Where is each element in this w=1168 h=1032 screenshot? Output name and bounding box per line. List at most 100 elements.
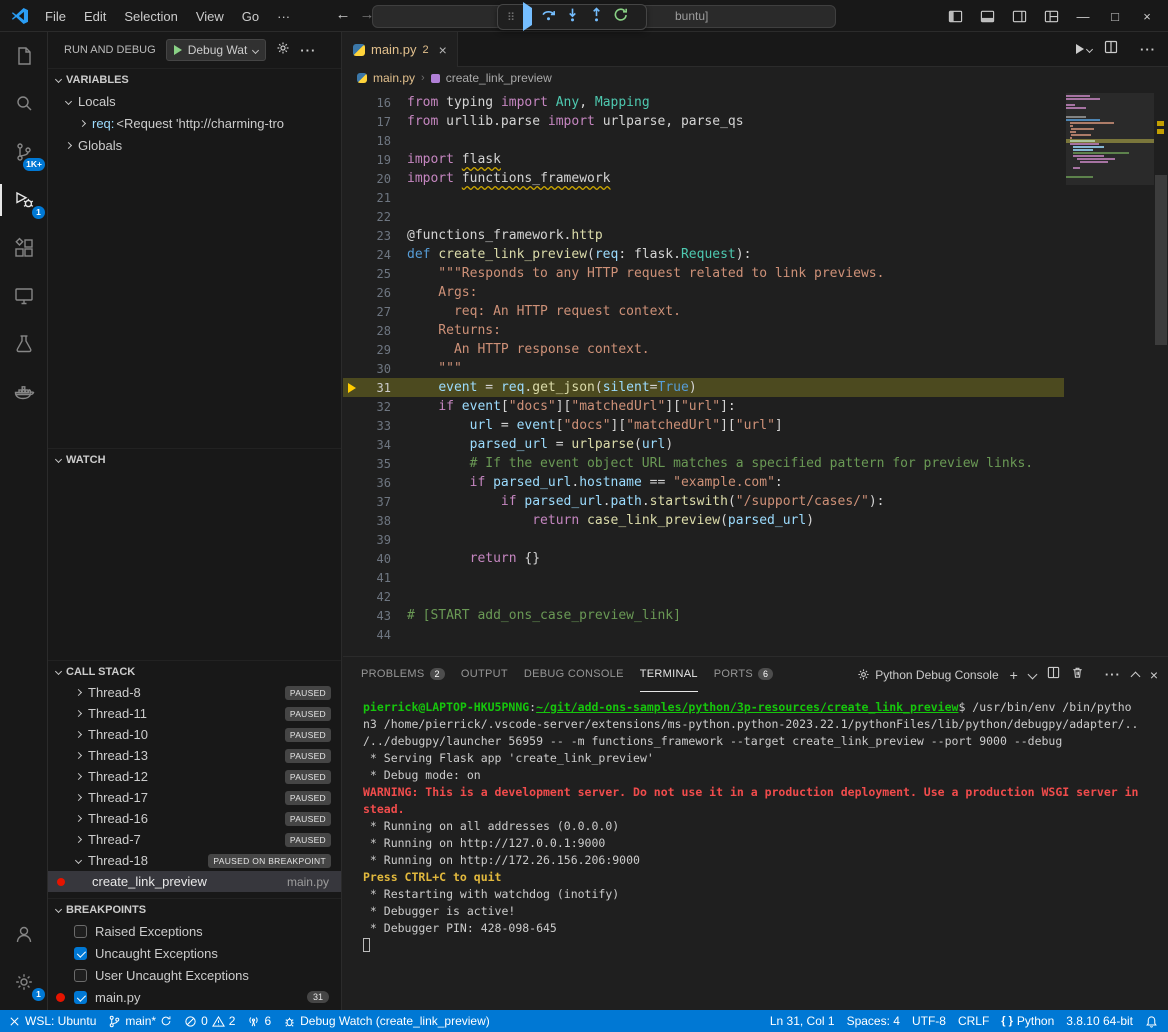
debug-step-out-button[interactable] xyxy=(589,7,604,27)
code-line-36[interactable]: 36 if parsed_url.hostname == "example.co… xyxy=(343,473,1064,492)
split-terminal-icon[interactable] xyxy=(1047,666,1060,684)
code-line-34[interactable]: 34 parsed_url = urlparse(url) xyxy=(343,435,1064,454)
close-tab-icon[interactable]: × xyxy=(439,42,447,58)
minimize-button[interactable]: — xyxy=(1070,4,1096,28)
panel-tab-ports[interactable]: PORTS6 xyxy=(714,658,774,692)
toggle-panel-icon[interactable] xyxy=(974,4,1000,28)
terminal-profile-label[interactable]: Python Debug Console xyxy=(857,668,998,682)
scrollbar-thumb[interactable] xyxy=(1155,175,1167,345)
code-line-33[interactable]: 33 url = event["docs"]["matchedUrl"]["ur… xyxy=(343,416,1064,435)
sidebar-item-run-and-debug[interactable]: 1 xyxy=(0,176,48,224)
callstack-frame[interactable]: create_link_previewmain.py xyxy=(48,871,341,892)
indentation-status[interactable]: Spaces: 4 xyxy=(841,1010,906,1032)
code-line-19[interactable]: 19import flask xyxy=(343,150,1064,169)
notifications-bell[interactable] xyxy=(1139,1010,1164,1032)
debug-step-over-button[interactable] xyxy=(541,7,556,27)
panel-tab-problems[interactable]: PROBLEMS2 xyxy=(361,658,445,692)
git-branch-status[interactable]: main* xyxy=(102,1010,178,1032)
close-window-button[interactable]: × xyxy=(1134,4,1160,28)
eol-status[interactable]: CRLF xyxy=(952,1010,995,1032)
callstack-thread[interactable]: Thread-13PAUSED xyxy=(48,745,341,766)
code-line-43[interactable]: 43# [START add_ons_case_preview_link] xyxy=(343,606,1064,625)
debug-settings-gear-icon[interactable] xyxy=(276,41,290,60)
code-line-18[interactable]: 18 xyxy=(343,131,1064,150)
sidebar-item-extensions[interactable] xyxy=(0,224,48,272)
code-line-26[interactable]: 26 Args: xyxy=(343,283,1064,302)
tab-main-py[interactable]: main.py 2 × xyxy=(343,32,458,67)
editor-scrollbar[interactable] xyxy=(1154,89,1168,656)
menu-item-5[interactable]: ··· xyxy=(268,6,299,27)
code-line-42[interactable]: 42 xyxy=(343,587,1064,606)
debug-configuration-dropdown[interactable]: Debug Wat xyxy=(166,39,267,61)
problems-status[interactable]: 0 2 xyxy=(178,1010,241,1032)
menu-item-0[interactable]: File xyxy=(36,6,75,27)
code-line-20[interactable]: 20import functions_framework xyxy=(343,169,1064,188)
code-line-25[interactable]: 25 """Responds to any HTTP request relat… xyxy=(343,264,1064,283)
code-line-22[interactable]: 22 xyxy=(343,207,1064,226)
terminal-dropdown-icon[interactable] xyxy=(1027,670,1037,680)
breakpoint-checkbox[interactable] xyxy=(74,947,87,960)
sidebar-item-search[interactable] xyxy=(0,80,48,128)
code-line-44[interactable]: 44 xyxy=(343,625,1064,644)
code-line-35[interactable]: 35 # If the event object URL matches a s… xyxy=(343,454,1064,473)
variables-locals-row[interactable]: Locals xyxy=(48,90,341,112)
toggle-secondary-sidebar-icon[interactable] xyxy=(1006,4,1032,28)
customize-layout-icon[interactable] xyxy=(1038,4,1064,28)
settings-button[interactable]: 1 xyxy=(0,958,48,1006)
panel-more-actions-icon[interactable]: ··· xyxy=(1105,667,1121,682)
code-line-21[interactable]: 21 xyxy=(343,188,1064,207)
toggle-primary-sidebar-icon[interactable] xyxy=(942,4,968,28)
code-line-30[interactable]: 30 """ xyxy=(343,359,1064,378)
panel-tab-terminal[interactable]: TERMINAL xyxy=(640,658,698,692)
code-line-17[interactable]: 17from urllib.parse import urlparse, par… xyxy=(343,112,1064,131)
code-line-16[interactable]: 16from typing import Any, Mapping xyxy=(343,93,1064,112)
sidebar-item-explorer[interactable] xyxy=(0,32,48,80)
callstack-thread[interactable]: Thread-16PAUSED xyxy=(48,808,341,829)
remote-indicator[interactable]: WSL: Ubuntu xyxy=(2,1010,102,1032)
breakpoint-item[interactable]: User Uncaught Exceptions xyxy=(48,964,341,986)
minimap[interactable] xyxy=(1066,93,1154,182)
debug-session-status[interactable]: Debug Watch (create_link_preview) xyxy=(277,1010,496,1032)
variables-globals-row[interactable]: Globals xyxy=(48,134,341,156)
code-line-31[interactable]: 31 event = req.get_json(silent=True) xyxy=(343,378,1064,397)
call-stack-section-header[interactable]: CALL STACK xyxy=(48,660,341,682)
cursor-position-status[interactable]: Ln 31, Col 1 xyxy=(764,1010,841,1032)
language-mode-status[interactable]: { } Python xyxy=(995,1010,1060,1032)
sidebar-more-actions-icon[interactable]: ··· xyxy=(300,43,316,58)
breakpoint-item[interactable]: main.py31 xyxy=(48,986,341,1008)
callstack-thread[interactable]: Thread-12PAUSED xyxy=(48,766,341,787)
code-line-28[interactable]: 28 Returns: xyxy=(343,321,1064,340)
callstack-thread[interactable]: Thread-10PAUSED xyxy=(48,724,341,745)
menu-item-2[interactable]: Selection xyxy=(115,6,186,27)
ports-status[interactable]: 6 xyxy=(241,1010,277,1032)
maximize-button[interactable]: □ xyxy=(1102,4,1128,28)
code-editor[interactable]: 16from typing import Any, Mapping17from … xyxy=(343,89,1168,656)
menu-item-1[interactable]: Edit xyxy=(75,6,115,27)
encoding-status[interactable]: UTF-8 xyxy=(906,1010,952,1032)
breakpoint-item[interactable]: Raised Exceptions xyxy=(48,920,341,942)
code-line-27[interactable]: 27 req: An HTTP request context. xyxy=(343,302,1064,321)
start-debug-icon[interactable] xyxy=(174,45,182,55)
breakpoint-checkbox[interactable] xyxy=(74,991,87,1004)
callstack-thread[interactable]: Thread-18PAUSED ON BREAKPOINT xyxy=(48,850,341,871)
python-interpreter-status[interactable]: 3.8.10 64-bit xyxy=(1060,1010,1139,1032)
code-line-39[interactable]: 39 xyxy=(343,530,1064,549)
breadcrumb-file[interactable]: main.py xyxy=(373,71,415,85)
toolbar-drag-handle[interactable]: ⠿ xyxy=(507,11,514,24)
debug-step-into-button[interactable] xyxy=(565,7,580,27)
code-line-37[interactable]: 37 if parsed_url.path.startswith("/suppo… xyxy=(343,492,1064,511)
breakpoints-section-header[interactable]: BREAKPOINTS xyxy=(48,898,341,920)
new-terminal-icon[interactable]: + xyxy=(1010,667,1018,683)
sidebar-item-testing[interactable] xyxy=(0,320,48,368)
sidebar-item-source-control[interactable]: 1K+ xyxy=(0,128,48,176)
run-python-file-button[interactable] xyxy=(1076,44,1092,54)
watch-section-header[interactable]: WATCH xyxy=(48,448,341,470)
code-line-41[interactable]: 41 xyxy=(343,568,1064,587)
debug-continue-button[interactable] xyxy=(523,8,532,26)
close-panel-icon[interactable]: × xyxy=(1150,667,1158,683)
code-line-32[interactable]: 32 if event["docs"]["matchedUrl"]["url"]… xyxy=(343,397,1064,416)
editor-more-actions-icon[interactable]: ··· xyxy=(1140,42,1156,57)
code-line-23[interactable]: 23@functions_framework.http xyxy=(343,226,1064,245)
panel-tab-output[interactable]: OUTPUT xyxy=(461,658,508,692)
navigate-back-icon[interactable]: ← xyxy=(332,6,354,23)
